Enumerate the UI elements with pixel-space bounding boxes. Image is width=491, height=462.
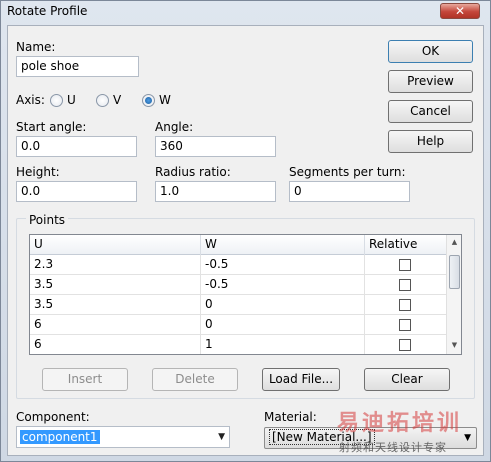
rotate-profile-dialog: Rotate Profile ✕ Name: pole shoe Axis: U… — [0, 0, 491, 462]
table-row[interactable]: 2.3 -0.5 — [30, 255, 447, 275]
ok-button[interactable]: OK — [388, 40, 473, 63]
axis-option-v-label: V — [113, 93, 122, 107]
material-value: [New Material...] — [269, 429, 375, 445]
points-table[interactable]: U W Relative 2.3 -0.5 3.5 -0.5 3.5 0 6 0… — [29, 234, 462, 355]
column-header-w[interactable]: W — [201, 235, 365, 255]
scroll-thumb[interactable] — [449, 255, 460, 289]
table-row[interactable]: 6 0 — [30, 315, 447, 335]
cell-w[interactable]: 1 — [201, 335, 365, 354]
dialog-body: Name: pole shoe Axis: U V W Start angle:… — [7, 25, 484, 456]
radio-v-icon — [96, 93, 109, 107]
table-row[interactable]: 6 1 — [30, 335, 447, 354]
material-dropdown[interactable]: [New Material...] ▼ — [264, 427, 477, 449]
column-header-relative[interactable]: Relative — [365, 235, 447, 255]
radio-u-icon — [50, 93, 63, 107]
component-value: component1 — [20, 430, 100, 444]
height-label: Height: — [16, 165, 60, 179]
relative-checkbox[interactable] — [399, 339, 411, 351]
cell-w[interactable]: -0.5 — [201, 255, 365, 275]
scroll-down-icon[interactable]: ▼ — [450, 341, 459, 350]
chevron-down-icon[interactable]: ▼ — [218, 427, 225, 447]
points-table-header: U W Relative — [30, 235, 447, 255]
segments-input[interactable]: 0 — [289, 181, 410, 202]
axis-label: Axis: — [16, 93, 45, 107]
cell-w[interactable]: 0 — [201, 295, 365, 315]
component-label: Component: — [16, 410, 90, 424]
axis-option-v[interactable]: V — [96, 93, 121, 107]
segments-label: Segments per turn: — [289, 165, 406, 179]
component-combobox[interactable]: component1 ▼ — [16, 426, 230, 448]
relative-checkbox[interactable] — [399, 299, 411, 311]
start-angle-label: Start angle: — [16, 120, 87, 134]
name-label: Name: — [16, 40, 56, 54]
table-row[interactable]: 3.5 0 — [30, 295, 447, 315]
axis-option-u[interactable]: U — [50, 93, 76, 107]
cell-u[interactable]: 3.5 — [30, 275, 201, 295]
cell-u[interactable]: 6 — [30, 335, 201, 354]
relative-checkbox[interactable] — [399, 319, 411, 331]
table-scrollbar[interactable]: ▲ ▼ — [446, 235, 461, 354]
start-angle-input[interactable]: 0.0 — [16, 136, 137, 157]
cell-w[interactable]: -0.5 — [201, 275, 365, 295]
relative-checkbox[interactable] — [399, 279, 411, 291]
column-header-u[interactable]: U — [30, 235, 201, 255]
height-input[interactable]: 0.0 — [16, 181, 137, 202]
axis-option-w[interactable]: W — [142, 93, 171, 107]
table-row[interactable]: 3.5 -0.5 — [30, 275, 447, 295]
radius-ratio-input[interactable]: 1.0 — [155, 181, 276, 202]
title-bar[interactable]: Rotate Profile ✕ — [1, 1, 490, 23]
cell-u[interactable]: 6 — [30, 315, 201, 335]
cell-u[interactable]: 2.3 — [30, 255, 201, 275]
clear-button[interactable]: Clear — [364, 368, 450, 391]
load-file-button[interactable]: Load File... — [262, 368, 340, 391]
scroll-up-icon[interactable]: ▲ — [450, 238, 459, 247]
cancel-button[interactable]: Cancel — [388, 100, 473, 123]
axis-option-w-label: W — [159, 93, 171, 107]
relative-checkbox[interactable] — [399, 259, 411, 271]
material-label: Material: — [264, 410, 317, 424]
window-title: Rotate Profile — [7, 4, 88, 18]
close-button[interactable]: ✕ — [440, 3, 480, 19]
preview-button[interactable]: Preview — [388, 70, 473, 93]
cell-w[interactable]: 0 — [201, 315, 365, 335]
chevron-down-icon[interactable]: ▼ — [464, 428, 471, 448]
cell-u[interactable]: 3.5 — [30, 295, 201, 315]
radius-ratio-label: Radius ratio: — [155, 165, 231, 179]
angle-label: Angle: — [155, 120, 194, 134]
delete-button[interactable]: Delete — [152, 368, 238, 391]
angle-input[interactable]: 360 — [155, 136, 276, 157]
points-group-label: Points — [26, 213, 69, 227]
insert-button[interactable]: Insert — [42, 368, 128, 391]
axis-option-u-label: U — [67, 93, 76, 107]
name-input[interactable]: pole shoe — [16, 56, 139, 77]
radio-w-checked-icon — [142, 93, 155, 107]
help-button[interactable]: Help — [388, 130, 473, 153]
